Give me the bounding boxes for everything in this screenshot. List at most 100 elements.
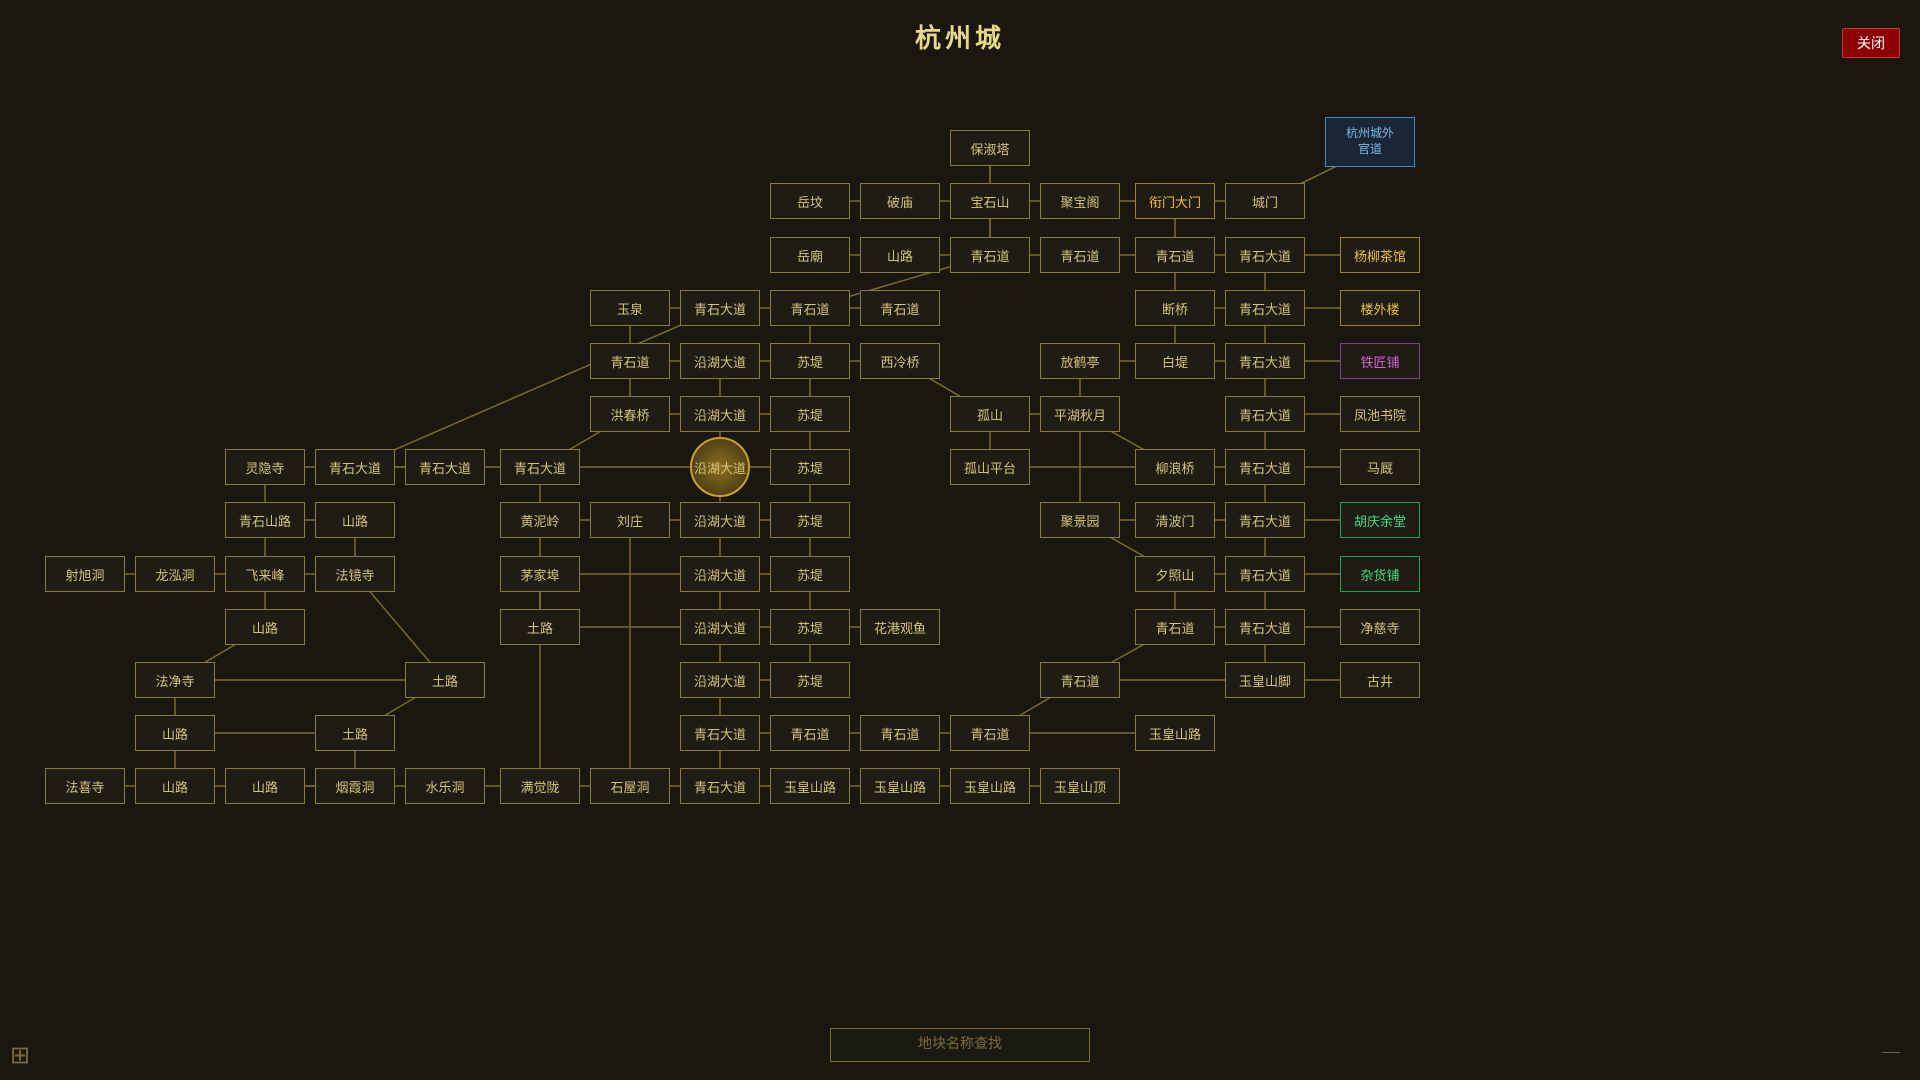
node-qingshidadao2[interactable]: 青石大道 [680, 290, 760, 326]
node-qingshidadao7[interactable]: 青石大道 [405, 449, 485, 485]
node-baosuta[interactable]: 保淑塔 [950, 130, 1030, 166]
node-fajingsi[interactable]: 法镜寺 [315, 556, 395, 592]
node-sudi3[interactable]: 苏堤 [770, 449, 850, 485]
node-pomiao[interactable]: 破庙 [860, 183, 940, 219]
node-shanlu4[interactable]: 山路 [135, 715, 215, 751]
node-qingshidao4[interactable]: 青石道 [770, 290, 850, 326]
node-tulu3[interactable]: 土路 [315, 715, 395, 751]
node-liuzhuang[interactable]: 刘庄 [590, 502, 670, 538]
node-lingyinsi[interactable]: 灵隐寺 [225, 449, 305, 485]
node-jubaoge[interactable]: 聚宝阁 [1040, 183, 1120, 219]
node-qingshidao8[interactable]: 青石道 [1040, 662, 1120, 698]
node-yanhu5[interactable]: 沿湖大道 [680, 556, 760, 592]
node-qingshidadao12[interactable]: 青石大道 [1225, 609, 1305, 645]
node-shiwudong[interactable]: 石屋洞 [590, 768, 670, 804]
node-shuiledong[interactable]: 水乐洞 [405, 768, 485, 804]
node-shexudong[interactable]: 射旭洞 [45, 556, 125, 592]
node-maojiabu[interactable]: 茅家埠 [500, 556, 580, 592]
node-zahuopu[interactable]: 杂货铺 [1340, 556, 1420, 592]
node-qingshidao11[interactable]: 青石道 [950, 715, 1030, 751]
node-sudi2[interactable]: 苏堤 [770, 396, 850, 432]
node-baidi[interactable]: 白堤 [1135, 343, 1215, 379]
node-fahasi[interactable]: 法喜寺 [45, 768, 125, 804]
close-button[interactable]: 关闭 [1842, 28, 1900, 58]
node-tiezhupu[interactable]: 铁匠铺 [1340, 343, 1420, 379]
node-yanxiadong[interactable]: 烟霞洞 [315, 768, 395, 804]
node-yuemiao[interactable]: 岳廟 [770, 237, 850, 273]
node-tulu1[interactable]: 土路 [500, 609, 580, 645]
node-sudi4[interactable]: 苏堤 [770, 502, 850, 538]
node-qingshidadao10[interactable]: 青石大道 [1225, 502, 1305, 538]
node-fanghetin[interactable]: 放鹤亭 [1040, 343, 1120, 379]
node-shanlu2[interactable]: 山路 [315, 502, 395, 538]
node-feilaifeng[interactable]: 飞来峰 [225, 556, 305, 592]
node-sudi7[interactable]: 苏堤 [770, 662, 850, 698]
node-baoshishan[interactable]: 宝石山 [950, 183, 1030, 219]
node-manjuedong[interactable]: 满觉陇 [500, 768, 580, 804]
node-qingshidao5[interactable]: 青石道 [860, 290, 940, 326]
node-shanlu1[interactable]: 山路 [860, 237, 940, 273]
node-gushanplatform[interactable]: 孤山平台 [950, 449, 1030, 485]
node-xizhaoshan[interactable]: 夕照山 [1135, 556, 1215, 592]
node-sudi5[interactable]: 苏堤 [770, 556, 850, 592]
node-tulu2[interactable]: 土路 [405, 662, 485, 698]
node-yanhu7[interactable]: 沿湖大道 [680, 662, 760, 698]
node-lowailiou[interactable]: 楼外楼 [1340, 290, 1420, 326]
node-qingshidadao14[interactable]: 青石大道 [680, 768, 760, 804]
node-qingshidadao11[interactable]: 青石大道 [1225, 556, 1305, 592]
node-yuquan[interactable]: 玉泉 [590, 290, 670, 326]
node-yanliucha[interactable]: 杨柳茶馆 [1340, 237, 1420, 273]
node-yanhu2[interactable]: 沿湖大道 [680, 396, 760, 432]
node-yanhu1[interactable]: 沿湖大道 [680, 343, 760, 379]
node-qingshidao2[interactable]: 青石道 [1040, 237, 1120, 273]
node-qingshishanlu[interactable]: 青石山路 [225, 502, 305, 538]
node-qingshidadao13[interactable]: 青石大道 [680, 715, 760, 751]
node-qingshidao3[interactable]: 青石道 [1135, 237, 1215, 273]
node-guojing[interactable]: 古井 [1340, 662, 1420, 698]
node-sudi1[interactable]: 苏堤 [770, 343, 850, 379]
node-shanlu6[interactable]: 山路 [225, 768, 305, 804]
node-yuhuangshanlu2[interactable]: 玉皇山路 [1135, 715, 1215, 751]
node-yuhuangshanlu4[interactable]: 玉皇山路 [860, 768, 940, 804]
node-huagangguanyu[interactable]: 花港观鱼 [860, 609, 940, 645]
node-qingshidao7[interactable]: 青石道 [1135, 609, 1215, 645]
node-fengchishuyuan[interactable]: 凤池书院 [1340, 396, 1420, 432]
node-qingshidadao3[interactable]: 青石大道 [1225, 290, 1305, 326]
node-huangnigang[interactable]: 黄泥岭 [500, 502, 580, 538]
node-duanqiao[interactable]: 断桥 [1135, 290, 1215, 326]
node-qingshidao10[interactable]: 青石道 [860, 715, 940, 751]
node-chengmen[interactable]: 城门 [1225, 183, 1305, 219]
node-yuhuangshandingm[interactable]: 玉皇山顶 [1040, 768, 1120, 804]
node-qingshidadao1[interactable]: 青石大道 [1225, 237, 1305, 273]
node-jingcisi[interactable]: 净慈寺 [1340, 609, 1420, 645]
node-huqingyutang[interactable]: 胡庆余堂 [1340, 502, 1420, 538]
node-mage[interactable]: 马厩 [1340, 449, 1420, 485]
node-qingshidadao8[interactable]: 青石大道 [500, 449, 580, 485]
node-yanhu4[interactable]: 沿湖大道 [680, 502, 760, 538]
node-xilengqiao[interactable]: 西冷桥 [860, 343, 940, 379]
node-longpandong[interactable]: 龙泓洞 [135, 556, 215, 592]
search-input[interactable] [830, 1028, 1090, 1062]
node-gushan[interactable]: 孤山 [950, 396, 1030, 432]
node-pinghuqiuyue[interactable]: 平湖秋月 [1040, 396, 1120, 432]
node-sudi6[interactable]: 苏堤 [770, 609, 850, 645]
node-qingshidao1[interactable]: 青石道 [950, 237, 1030, 273]
node-qingshidadao5[interactable]: 青石大道 [1225, 396, 1305, 432]
node-yuhuangshanlu5[interactable]: 玉皇山路 [950, 768, 1030, 804]
node-yuhuangshanlu3[interactable]: 玉皇山路 [770, 768, 850, 804]
node-yanhu3_active[interactable]: 沿湖大道 [690, 437, 750, 497]
node-yuhuangshanlu[interactable]: 玉皇山脚 [1225, 662, 1305, 698]
node-yuefen[interactable]: 岳坟 [770, 183, 850, 219]
node-shanlu5[interactable]: 山路 [135, 768, 215, 804]
node-qingshidao9[interactable]: 青石道 [770, 715, 850, 751]
node-hangzhou-outside[interactable]: 杭州城外官道 [1325, 117, 1415, 167]
node-qingshidadao4[interactable]: 青石大道 [1225, 343, 1305, 379]
node-qingshidadao9[interactable]: 青石大道 [1225, 449, 1305, 485]
node-qingbomen[interactable]: 清波门 [1135, 502, 1215, 538]
node-hongchunqiao[interactable]: 洪春桥 [590, 396, 670, 432]
node-henmen[interactable]: 衔门大门 [1135, 183, 1215, 219]
node-shanlu3[interactable]: 山路 [225, 609, 305, 645]
node-liulanqiao[interactable]: 柳浪桥 [1135, 449, 1215, 485]
node-qingshidadao6[interactable]: 青石大道 [315, 449, 395, 485]
node-yanhu6[interactable]: 沿湖大道 [680, 609, 760, 645]
